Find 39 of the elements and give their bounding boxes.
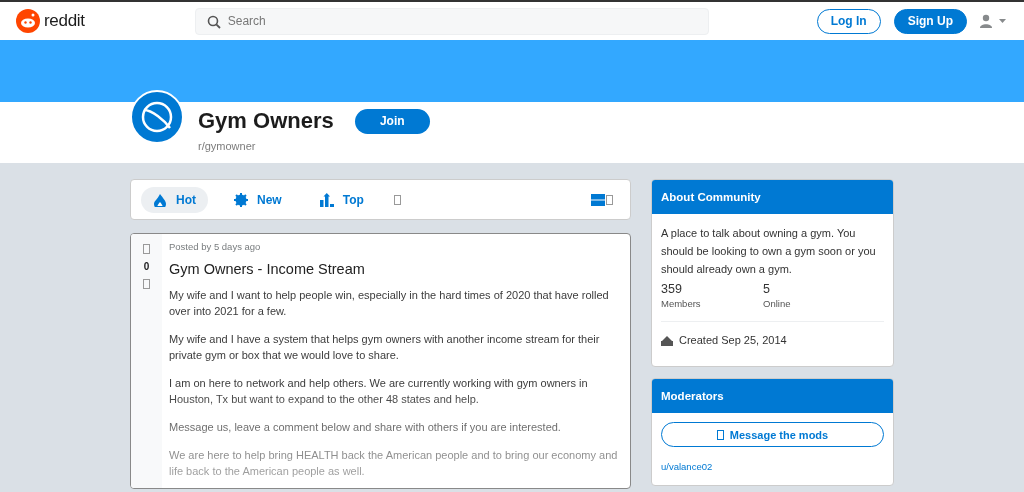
post-paragraph: My wife and I have a system that helps gym owners with another income stream for their private gym or box that we would love to share.: [169, 332, 601, 363]
stat-value: 359: [661, 282, 683, 296]
card-header: About Community: [652, 180, 893, 214]
post-meta: Posted by 5 days ago: [169, 241, 262, 252]
user-menu-icon[interactable]: [980, 14, 1008, 28]
join-button[interactable]: Join: [354, 108, 430, 134]
sign-up-button[interactable]: Sign Up: [893, 8, 967, 34]
brand-name[interactable]: reddit: [44, 11, 85, 31]
community-description: A place to talk about owning a gym. You should be looking to own a gym soon or you should already own a gym.: [661, 226, 877, 277]
community-handle: r/gymowner: [198, 140, 257, 152]
burst-icon: [234, 192, 248, 207]
upvote-icon[interactable]: [143, 244, 150, 254]
box-icon: [393, 194, 401, 205]
bar-chart-icon: [319, 192, 334, 207]
search-icon: [206, 14, 221, 29]
post-title[interactable]: Gym Owners - Income Stream: [169, 261, 622, 277]
post-paragraph: I am on here to network and help others. We are currently working with gym owners in Houston, Tx but want to expand to the other 48 states and help.: [169, 376, 589, 407]
stat-label: Members: [661, 298, 702, 309]
sort-tab[interactable]: New: [222, 186, 294, 213]
moderator-link[interactable]: u/valance02: [661, 461, 884, 472]
post-paragraph: We are here to help bring HEALTH back the American people and to bring our economy and life back to the American people as well.: [169, 448, 619, 479]
stat-label: Online: [763, 298, 792, 309]
created-date: Created Sep 25, 2014: [679, 334, 787, 346]
message-mods-button[interactable]: Message the mods: [661, 422, 884, 447]
card-view-icon[interactable]: [591, 193, 614, 206]
community-title: Gym Owners: [198, 108, 334, 134]
sort-tab[interactable]: Top: [307, 186, 376, 213]
post-paragraph: Message us, leave a comment below and share with others if you are interested.: [169, 420, 562, 435]
sort-tab[interactable]: Hot: [141, 186, 208, 213]
downvote-icon[interactable]: [143, 279, 150, 289]
log-in-button[interactable]: Log In: [816, 8, 881, 34]
flame-icon: [153, 192, 167, 207]
search-field[interactable]: Search: [194, 7, 709, 35]
box-icon: [716, 429, 724, 440]
logo-icon[interactable]: [16, 9, 40, 33]
stat-value: 5: [763, 282, 771, 296]
vote-count: 0: [143, 261, 150, 272]
card-header: Moderators: [652, 379, 893, 413]
post-paragraph: My wife and I want to help people win, especially in the hard times of 2020 that have rolled over into 2021 for a few.: [169, 288, 610, 319]
